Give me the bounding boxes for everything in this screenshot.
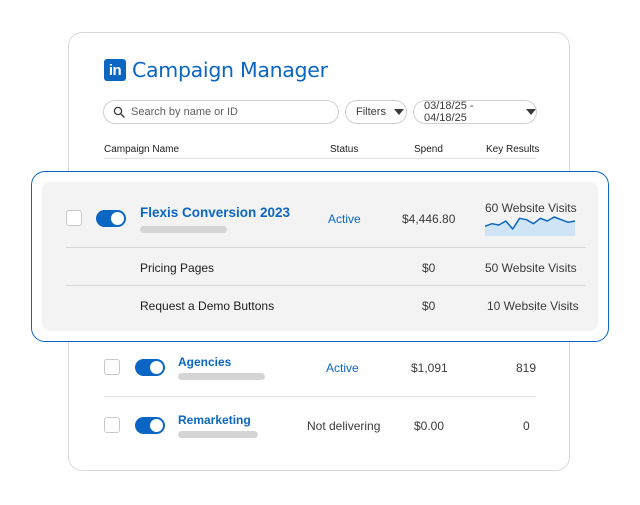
campaign-name-link[interactable]: Remarketing (178, 413, 251, 427)
filters-dropdown[interactable]: Filters (345, 100, 407, 124)
key-results-value: 819 (516, 361, 537, 375)
sub-row-name: Request a Demo Buttons (140, 299, 275, 313)
campaign-subtitle-placeholder (178, 373, 265, 380)
column-header-status[interactable]: Status (330, 144, 358, 155)
campaign-toggle[interactable] (96, 210, 126, 227)
column-header-campaign-name[interactable]: Campaign Name (104, 144, 179, 155)
date-range-dropdown[interactable]: 03/18/25 - 04/18/25 (413, 100, 537, 124)
filters-label: Filters (356, 106, 386, 118)
chevron-down-icon (393, 109, 404, 115)
app-title: Campaign Manager (132, 58, 328, 82)
toggle-knob (150, 361, 163, 374)
campaign-toggle[interactable] (135, 417, 165, 434)
status-badge: Active (328, 212, 361, 226)
chevron-down-icon (526, 109, 536, 115)
status-badge: Not delivering (307, 419, 381, 433)
campaign-name-link[interactable]: Flexis Conversion 2023 (140, 205, 290, 220)
sub-row-key-results: 10 Website Visits (487, 299, 579, 313)
campaign-subtitle-placeholder (178, 431, 258, 438)
row-divider (104, 396, 536, 397)
toggle-knob (150, 419, 163, 432)
sub-row-key-results: 50 Website Visits (485, 261, 577, 275)
toggle-knob (111, 212, 124, 225)
header-divider (104, 158, 536, 159)
sub-row-spend: $0 (422, 261, 436, 275)
spend-value: $0.00 (414, 419, 445, 433)
campaign-subtitle-placeholder (140, 226, 227, 233)
key-results-value: 0 (523, 419, 530, 433)
status-badge: Active (326, 361, 359, 375)
sub-row-spend: $0 (422, 299, 436, 313)
campaign-name-link[interactable]: Agencies (178, 355, 231, 369)
column-header-key-results[interactable]: Key Results (486, 144, 539, 155)
sub-row-name: Pricing Pages (140, 261, 215, 275)
campaign-toggle[interactable] (135, 359, 165, 376)
spend-value: $4,446.80 (402, 212, 456, 226)
linkedin-logo-icon: in (104, 59, 126, 81)
key-results-value: 60 Website Visits (485, 201, 577, 215)
sub-row-divider (66, 247, 586, 248)
search-icon (113, 106, 125, 118)
search-input[interactable] (131, 106, 321, 118)
row-checkbox[interactable] (104, 359, 120, 375)
brand-header: in Campaign Manager (104, 58, 328, 82)
row-checkbox[interactable] (66, 210, 82, 226)
sub-row-divider (66, 285, 586, 286)
key-results-sparkline (485, 216, 575, 236)
search-box[interactable] (103, 100, 339, 124)
row-checkbox[interactable] (104, 417, 120, 433)
date-range-label: 03/18/25 - 04/18/25 (424, 100, 474, 124)
spend-value: $1,091 (411, 361, 448, 375)
column-header-spend[interactable]: Spend (414, 144, 443, 155)
